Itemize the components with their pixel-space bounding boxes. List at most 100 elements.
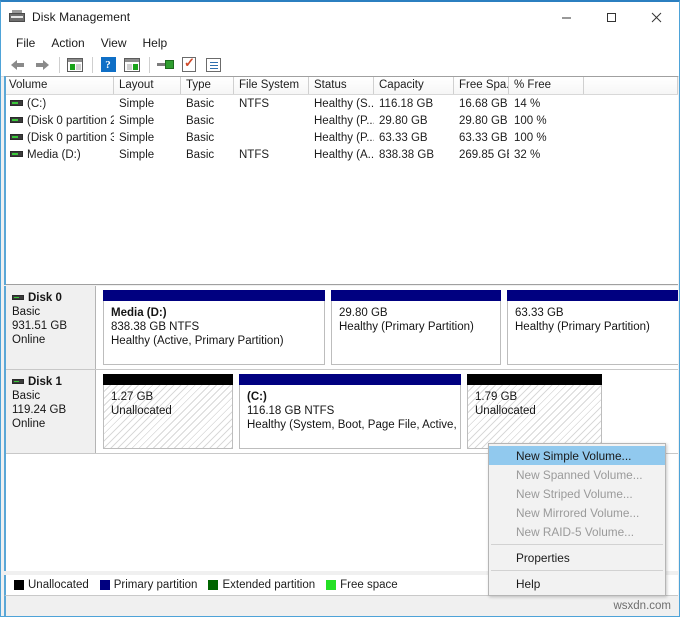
cell-percent_free: 32 % (509, 149, 584, 161)
disk-info-panel[interactable]: Disk 1Basic119.24 GBOnline (6, 370, 96, 453)
disk-icon (12, 295, 24, 300)
partition-size: 116.18 GB NTFS (247, 404, 460, 418)
table-row[interactable]: Media (D:)SimpleBasicNTFSHealthy (A...83… (4, 146, 678, 163)
menu-item-properties[interactable]: Properties (489, 548, 665, 567)
partition-status: Unallocated (475, 404, 601, 418)
partition-block[interactable]: Media (D:)838.38 GB NTFSHealthy (Active,… (103, 290, 325, 365)
partition-color-bar (103, 290, 325, 301)
partition-color-bar (467, 374, 602, 385)
partition-block[interactable]: 63.33 GBHealthy (Primary Partition) (507, 290, 678, 365)
menu-item-help[interactable]: Help (489, 574, 665, 593)
cell-text: (Disk 0 partition 2) (27, 115, 114, 127)
menu-item-new-spanned-volume: New Spanned Volume... (489, 465, 665, 484)
toolbar-separator (59, 57, 60, 73)
back-arrow-icon[interactable] (7, 55, 29, 75)
column-header-volume[interactable]: Volume (4, 77, 114, 94)
partition-block[interactable]: 1.27 GBUnallocated (103, 374, 233, 449)
menu-item-file[interactable]: File (8, 36, 43, 50)
legend-swatch (326, 580, 336, 590)
menu-bar: File Action View Help (1, 32, 679, 53)
disk-management-window: Disk Management File Action View Help (0, 0, 680, 617)
watermark: wsxdn.com (613, 600, 671, 612)
partition-status: Healthy (System, Boot, Page File, Active… (247, 418, 460, 432)
column-header-type[interactable]: Type (181, 77, 234, 94)
column-header-layout[interactable]: Layout (114, 77, 181, 94)
cell-file_system: NTFS (234, 98, 309, 110)
disk-type: Basic (12, 305, 95, 319)
partition-block[interactable]: (C:)116.18 GB NTFSHealthy (System, Boot,… (239, 374, 461, 449)
volume-icon (10, 134, 23, 140)
disk-type: Basic (12, 389, 95, 403)
cell-capacity: 838.38 GB (374, 149, 454, 161)
cell-status: Healthy (A... (309, 149, 374, 161)
properties-icon[interactable] (178, 55, 200, 75)
disk-size: 931.51 GB (12, 319, 95, 333)
maximize-button[interactable] (589, 2, 634, 32)
volume-icon (10, 117, 23, 123)
close-button[interactable] (634, 2, 679, 32)
table-row[interactable]: (C:)SimpleBasicNTFSHealthy (S...116.18 G… (4, 95, 678, 112)
detail-view-icon[interactable] (202, 55, 224, 75)
disk-name-text: Disk 0 (28, 292, 62, 304)
show-hide-action-pane-icon[interactable] (121, 55, 143, 75)
partition-block[interactable]: 1.79 GBUnallocated (467, 374, 602, 449)
title-bar: Disk Management (1, 2, 679, 32)
forward-arrow-icon[interactable] (31, 55, 53, 75)
show-hide-console-tree-icon[interactable] (64, 55, 86, 75)
cell-text: (Disk 0 partition 3) (27, 132, 114, 144)
legend-label: Unallocated (28, 579, 89, 591)
window-title: Disk Management (32, 10, 130, 24)
legend-swatch (100, 580, 110, 590)
column-header-capacity[interactable]: Capacity (374, 77, 454, 94)
column-header-status[interactable]: Status (309, 77, 374, 94)
partition-color-bar (103, 374, 233, 385)
cell-free_space: 269.85 GB (454, 149, 509, 161)
partition-size: 1.27 GB (111, 390, 232, 404)
disk-info-panel[interactable]: Disk 0Basic931.51 GBOnline (6, 286, 96, 369)
table-row[interactable]: (Disk 0 partition 2)SimpleBasicHealthy (… (4, 112, 678, 129)
partition-strip: 1.27 GBUnallocated(C:)116.18 GB NTFSHeal… (96, 370, 678, 453)
legend-item: Extended partition (208, 579, 315, 591)
toolbar-separator (149, 57, 150, 73)
partition-block[interactable]: 29.80 GBHealthy (Primary Partition) (331, 290, 501, 365)
menu-item-help[interactable]: Help (135, 36, 176, 50)
menu-item-new-striped-volume: New Striped Volume... (489, 484, 665, 503)
menu-item-new-simple-volume[interactable]: New Simple Volume... (489, 446, 665, 465)
partition-details: 63.33 GBHealthy (Primary Partition) (507, 301, 678, 365)
cell-free_space: 63.33 GB (454, 132, 509, 144)
menu-item-view[interactable]: View (93, 36, 135, 50)
legend-label: Extended partition (222, 579, 315, 591)
cell-type: Basic (181, 115, 234, 127)
column-header-blank[interactable] (584, 77, 678, 94)
cell-volume: Media (D:) (4, 149, 114, 161)
rescan-disks-icon[interactable] (154, 55, 176, 75)
column-header--free[interactable]: % Free (509, 77, 584, 94)
cell-text: Media (D:) (27, 149, 81, 161)
cell-text: (C:) (27, 98, 46, 110)
cell-file_system: NTFS (234, 149, 309, 161)
partition-status: Healthy (Primary Partition) (515, 320, 678, 334)
partition-color-bar (239, 374, 461, 385)
legend-swatch (208, 580, 218, 590)
legend-label: Primary partition (114, 579, 198, 591)
minimize-button[interactable] (544, 2, 589, 32)
help-icon[interactable]: ? (97, 55, 119, 75)
cell-free_space: 29.80 GB (454, 115, 509, 127)
disk-name: Disk 0 (12, 291, 95, 305)
disk-row: Disk 1Basic119.24 GBOnline1.27 GBUnalloc… (6, 370, 678, 454)
partition-size: 838.38 GB NTFS (111, 320, 324, 334)
legend-item: Free space (326, 579, 398, 591)
column-header-free-spa[interactable]: Free Spa... (454, 77, 509, 94)
column-header-file-system[interactable]: File System (234, 77, 309, 94)
toolbar-separator (92, 57, 93, 73)
partition-strip: Media (D:)838.38 GB NTFSHealthy (Active,… (96, 286, 678, 369)
partition-size: 29.80 GB (339, 306, 500, 320)
partition-status: Healthy (Active, Primary Partition) (111, 334, 324, 348)
table-row[interactable]: (Disk 0 partition 3)SimpleBasicHealthy (… (4, 129, 678, 146)
status-bar (4, 595, 678, 617)
partition-label: (C:) (247, 390, 460, 404)
partition-details: 1.27 GBUnallocated (103, 385, 233, 449)
legend-swatch (14, 580, 24, 590)
partition-details: 1.79 GBUnallocated (467, 385, 602, 449)
menu-item-action[interactable]: Action (43, 36, 92, 50)
